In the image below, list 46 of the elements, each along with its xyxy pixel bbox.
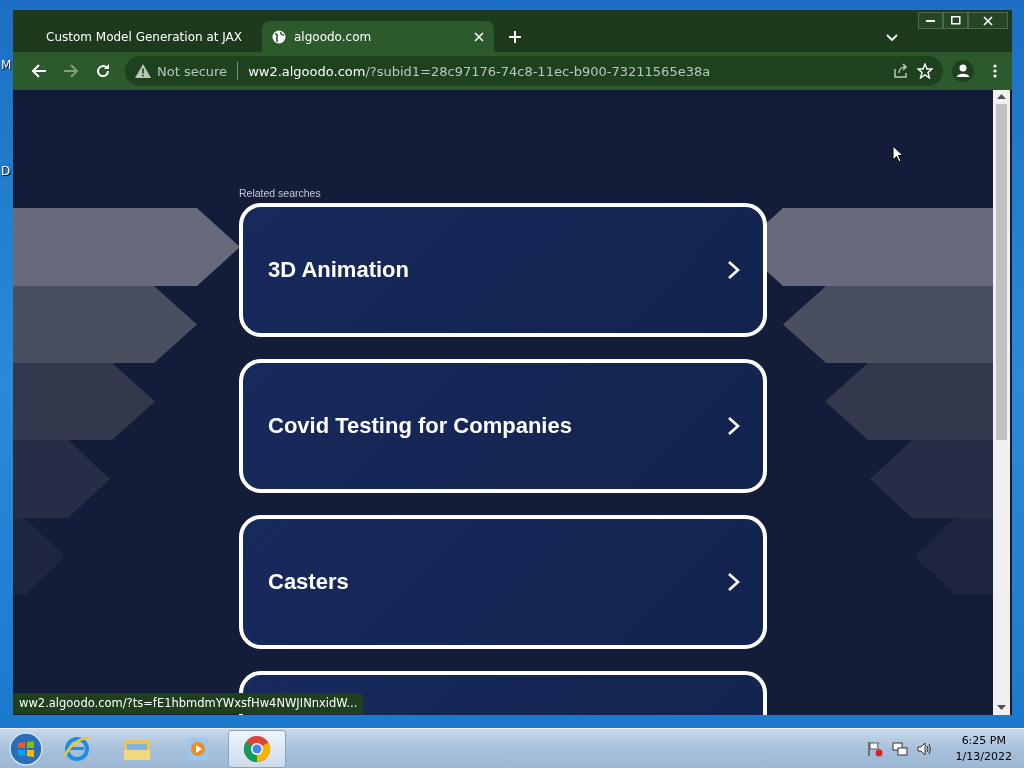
address-bar[interactable]: Not secure ww2.algoodo.com/?subid1=28c97176-74c8-11ec-b900-73211565e38a (125, 56, 943, 86)
url-text: ww2.algoodo.com/?subid1=28c97176-74c8-11ec-b900-73211565e38a (248, 63, 712, 79)
start-button[interactable] (6, 729, 46, 768)
maximize-icon (950, 16, 961, 25)
scroll-down-icon (997, 705, 1006, 710)
back-arrow-icon (31, 63, 47, 79)
clock[interactable]: 6:25 PM 1/13/2022 (955, 732, 1012, 765)
caret-icon[interactable] (886, 34, 898, 42)
scroll-thumb[interactable] (996, 104, 1007, 440)
plus-icon (508, 30, 522, 44)
maximize-button[interactable] (943, 12, 968, 29)
person-icon (952, 60, 974, 82)
chevron-right-icon (727, 416, 741, 436)
new-tab-button[interactable] (508, 30, 522, 44)
speaker-icon[interactable] (916, 740, 933, 757)
close-button[interactable] (968, 12, 1008, 29)
close-icon[interactable] (474, 31, 484, 42)
mouse-pointer-icon (892, 145, 904, 163)
network-icon[interactable] (891, 740, 908, 757)
desktop-icon-label: D (1, 164, 11, 178)
status-url-tooltip: ww2.algoodo.com/?ts=fE1hbmdmYWxsfHw4NWJINnxidW... (13, 693, 364, 714)
close-icon (983, 15, 993, 26)
search-result-card[interactable]: Casters (239, 515, 767, 649)
share-icon[interactable] (893, 63, 909, 79)
browser-tab[interactable]: algoodo.com (262, 21, 494, 52)
security-label: Not secure (157, 63, 228, 79)
chrome-icon (242, 733, 272, 764)
globe-icon (272, 29, 286, 44)
minimize-icon (926, 19, 935, 22)
chevron-right-icon (727, 572, 741, 592)
warning-icon (135, 64, 151, 78)
scrollbar[interactable] (993, 90, 1010, 715)
desktop-icon-label: M (1, 58, 12, 72)
scroll-up-icon (997, 94, 1006, 99)
browser-tab[interactable]: Custom Model Generation at JAX (28, 21, 260, 52)
search-result-card[interactable]: Covid Testing for Companies (239, 359, 767, 493)
section-heading: Related searches (239, 187, 322, 199)
forward-arrow-icon (63, 63, 79, 79)
star-icon[interactable] (917, 63, 933, 79)
flag-icon[interactable] (866, 740, 883, 757)
start-orb-icon (9, 731, 43, 766)
search-result-card[interactable]: 3D Animation (239, 203, 767, 337)
minimize-button[interactable] (918, 12, 943, 29)
taskbar-app-button[interactable] (228, 729, 286, 768)
reload-icon (95, 63, 111, 79)
chevron-right-icon (727, 260, 741, 280)
